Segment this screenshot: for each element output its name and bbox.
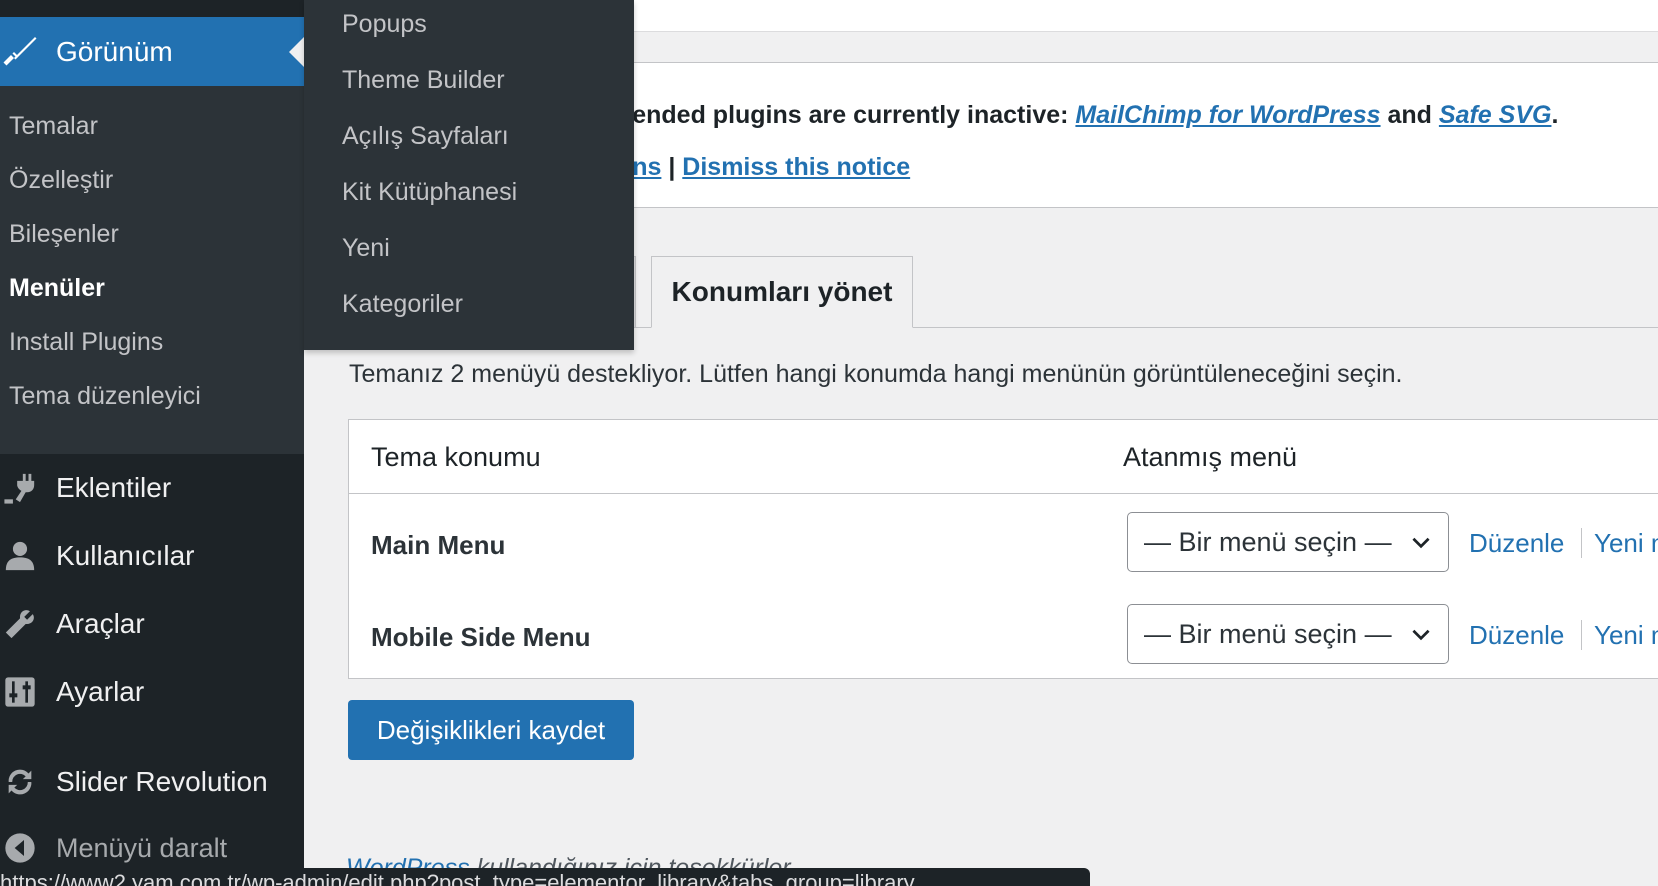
sidebar-item-eklentiler[interactable]: Eklentiler bbox=[0, 458, 304, 518]
chevron-down-icon bbox=[1412, 629, 1430, 641]
sidebar-item-label: Kullanıcılar bbox=[56, 540, 195, 571]
sidebar-item-label: Menüyü daralt bbox=[56, 832, 228, 863]
location-name: Main Menu bbox=[371, 530, 506, 560]
new-menu-link[interactable]: Yeni m bbox=[1594, 528, 1658, 559]
tools-icon bbox=[0, 604, 40, 644]
notice-and: and bbox=[1380, 101, 1439, 129]
paintbrush-icon bbox=[0, 32, 40, 72]
users-icon bbox=[0, 536, 40, 576]
select-value: — Bir menü seçin — bbox=[1144, 618, 1392, 649]
flyout-item-popups[interactable]: Popups bbox=[342, 10, 427, 39]
location-name: Mobile Side Menu bbox=[371, 622, 591, 652]
submenu-item-ozellestir[interactable]: Özelleştir bbox=[9, 166, 113, 195]
dismiss-notice-link[interactable]: Dismiss this notice bbox=[682, 153, 910, 181]
plugin-link-safe-svg[interactable]: Safe SVG bbox=[1439, 101, 1552, 129]
sidebar-item-label: Ayarlar bbox=[56, 676, 145, 707]
sidebar-item-label: Görünüm bbox=[56, 35, 173, 67]
save-changes-button[interactable]: Değişiklikleri kaydet bbox=[348, 700, 634, 760]
submenu-item-tema-duzenleyici[interactable]: Tema düzenleyici bbox=[9, 382, 201, 411]
settings-icon bbox=[0, 672, 40, 712]
link-separator bbox=[1581, 528, 1582, 558]
flyout-item-new[interactable]: Yeni bbox=[342, 234, 390, 263]
flyout-item-theme-builder[interactable]: Theme Builder bbox=[342, 66, 505, 95]
flyout-item-kit-library[interactable]: Kit Kütüphanesi bbox=[342, 178, 517, 207]
table-header: Tema konumu Atanmış menü bbox=[349, 420, 1658, 494]
locations-description: Temanız 2 menüyü destekliyor. Lütfen han… bbox=[349, 360, 1403, 388]
admin-sidebar: Görünüm Temalar Özelleştir Bileşenler Me… bbox=[0, 0, 304, 886]
tab-manage-locations[interactable]: Konumları yönet bbox=[651, 256, 913, 328]
sidebar-item-gorunum[interactable]: Görünüm bbox=[0, 17, 304, 86]
sidebar-item-ayarlar[interactable]: Ayarlar bbox=[0, 662, 304, 722]
submenu-item-bilesenler[interactable]: Bileşenler bbox=[9, 220, 119, 249]
submenu-item-menuler[interactable]: Menüler bbox=[9, 274, 105, 303]
submenu-item-temalar[interactable]: Temalar bbox=[9, 112, 98, 141]
refresh-icon bbox=[0, 762, 40, 802]
elementor-flyout-menu: Popups Theme Builder Açılış Sayfaları Ki… bbox=[304, 0, 634, 350]
plugin-link-mailchimp[interactable]: MailChimp for WordPress bbox=[1075, 101, 1380, 129]
menu-select[interactable]: — Bir menü seçin — bbox=[1127, 604, 1449, 664]
notice-dot: . bbox=[1551, 101, 1559, 129]
active-pointer bbox=[289, 37, 304, 67]
edit-menu-link[interactable]: Düzenle bbox=[1469, 528, 1564, 559]
edit-menu-link[interactable]: Düzenle bbox=[1469, 620, 1564, 651]
link-separator bbox=[1581, 620, 1582, 650]
plugin-icon bbox=[0, 468, 40, 508]
sidebar-item-araclar[interactable]: Araçlar bbox=[0, 594, 304, 654]
notice-message: mended plugins are currently inactive: M… bbox=[610, 101, 1558, 130]
menu-locations-table: Tema konumu Atanmış menü Main Menu — Bir… bbox=[348, 419, 1658, 679]
status-url: https://www2.yam.com.tr/wp-admin/edit.ph… bbox=[0, 870, 915, 886]
notice-actions: gins | Dismiss this notice bbox=[610, 153, 910, 182]
sidebar-item-kullanicilar[interactable]: Kullanıcılar bbox=[0, 526, 304, 586]
sidebar-item-label: Araçlar bbox=[56, 608, 145, 639]
column-header-assigned-menu: Atanmış menü bbox=[1123, 442, 1298, 472]
collapse-icon bbox=[0, 828, 40, 868]
flyout-item-landing-pages[interactable]: Açılış Sayfaları bbox=[342, 122, 509, 151]
browser-status-bar: https://www2.yam.com.tr/wp-admin/edit.ph… bbox=[0, 868, 1090, 886]
notice-text: mended plugins are currently inactive: bbox=[610, 101, 1076, 129]
new-menu-link[interactable]: Yeni m bbox=[1594, 620, 1658, 651]
chevron-down-icon bbox=[1412, 537, 1430, 549]
sidebar-item-label: Eklentiler bbox=[56, 472, 172, 503]
sidebar-item-label: Slider Revolution bbox=[56, 766, 268, 797]
flyout-item-categories[interactable]: Kategoriler bbox=[342, 290, 463, 319]
sidebar-item-slider-revolution[interactable]: Slider Revolution bbox=[0, 752, 304, 812]
notice-separator: | bbox=[661, 153, 683, 181]
select-value: — Bir menü seçin — bbox=[1144, 526, 1392, 557]
menu-select[interactable]: — Bir menü seçin — bbox=[1127, 512, 1449, 572]
submenu-item-install-plugins[interactable]: Install Plugins bbox=[9, 328, 163, 357]
appearance-submenu: Temalar Özelleştir Bileşenler Menüler In… bbox=[0, 86, 304, 454]
column-header-location: Tema konumu bbox=[371, 442, 541, 472]
